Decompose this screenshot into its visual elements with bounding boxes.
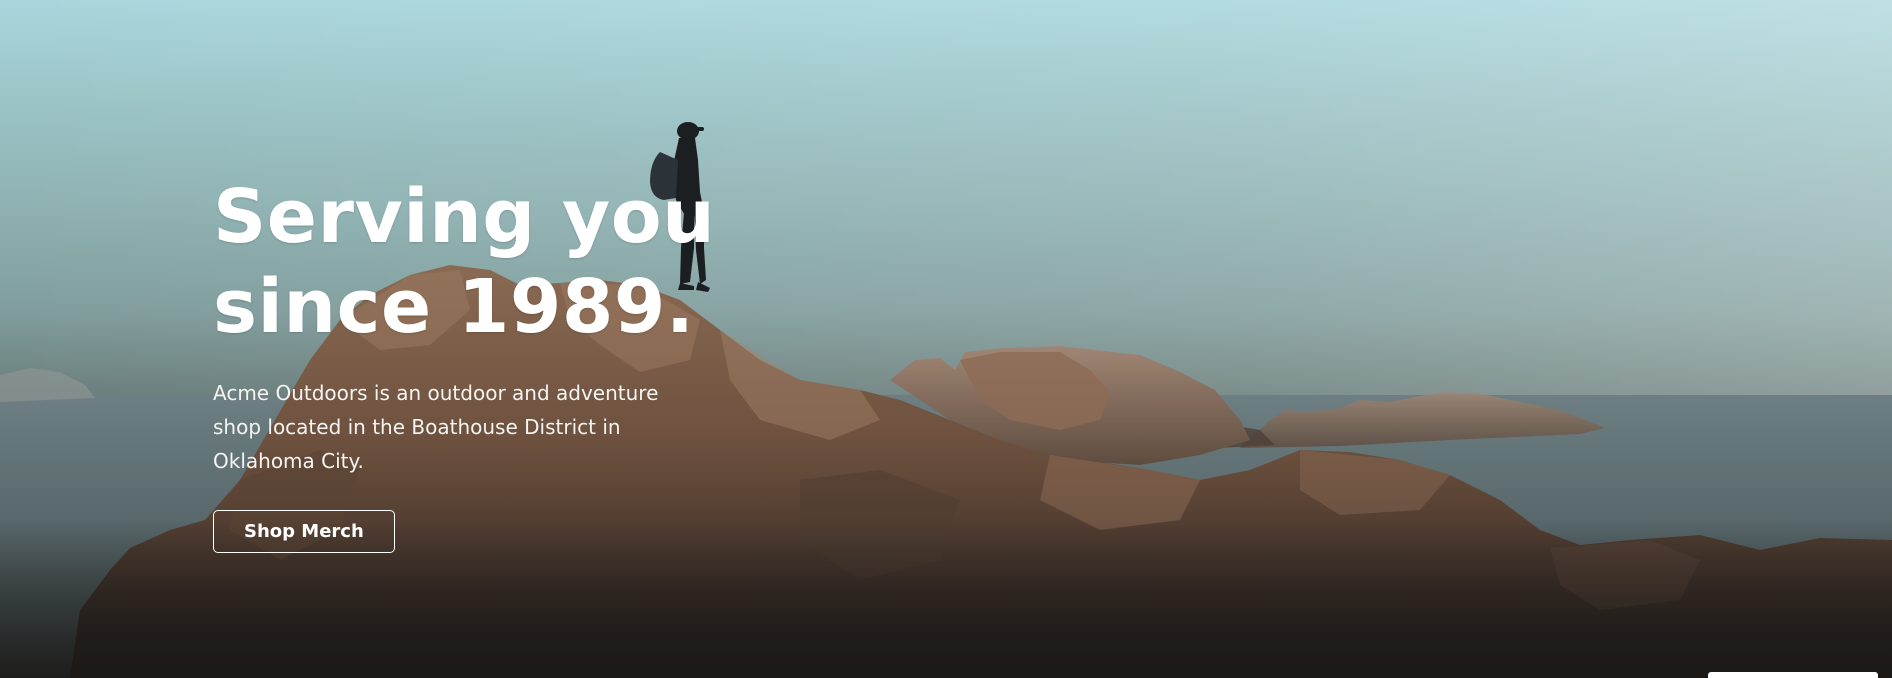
headline-line-2: since 1989. bbox=[213, 264, 695, 350]
hero-description: Acme Outdoors is an outdoor and adventur… bbox=[213, 381, 659, 473]
hero-banner: Serving you since 1989. Acme Outdoors is… bbox=[0, 0, 1892, 678]
headline-line-1: Serving you bbox=[213, 174, 716, 260]
shop-merch-button[interactable]: Shop Merch bbox=[213, 510, 395, 553]
hero-content: Serving you since 1989. Acme Outdoors is… bbox=[213, 172, 733, 553]
corner-widget-tab[interactable] bbox=[1708, 672, 1878, 678]
hero-headline: Serving you since 1989. bbox=[213, 172, 733, 352]
